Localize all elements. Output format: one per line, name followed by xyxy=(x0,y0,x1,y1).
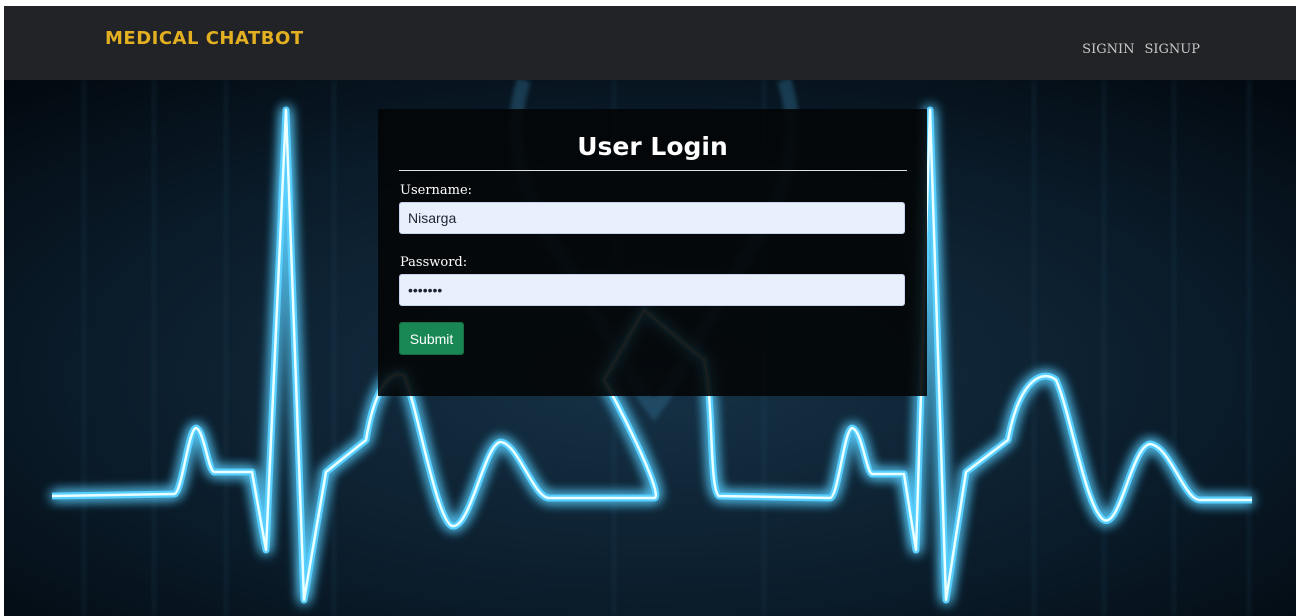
password-label: Password: xyxy=(400,255,468,270)
username-input[interactable] xyxy=(399,202,905,234)
navbar: MEDICAL CHATBOT SIGNIN SIGNUP xyxy=(4,6,1296,80)
brand-logo-text[interactable]: MEDICAL CHATBOT xyxy=(105,28,304,49)
login-title: User Login xyxy=(577,132,728,161)
nav-links: SIGNIN SIGNUP xyxy=(1082,42,1200,57)
submit-button[interactable]: Submit xyxy=(399,322,464,355)
username-label: Username: xyxy=(400,183,473,198)
page-frame: MEDICAL CHATBOT SIGNIN SIGNUP User Login… xyxy=(4,6,1296,616)
signin-link[interactable]: SIGNIN xyxy=(1082,42,1134,57)
title-divider xyxy=(399,170,907,171)
password-input[interactable] xyxy=(399,274,905,306)
signup-link[interactable]: SIGNUP xyxy=(1144,42,1200,57)
login-panel: User Login Username: Password: Submit xyxy=(378,109,927,396)
